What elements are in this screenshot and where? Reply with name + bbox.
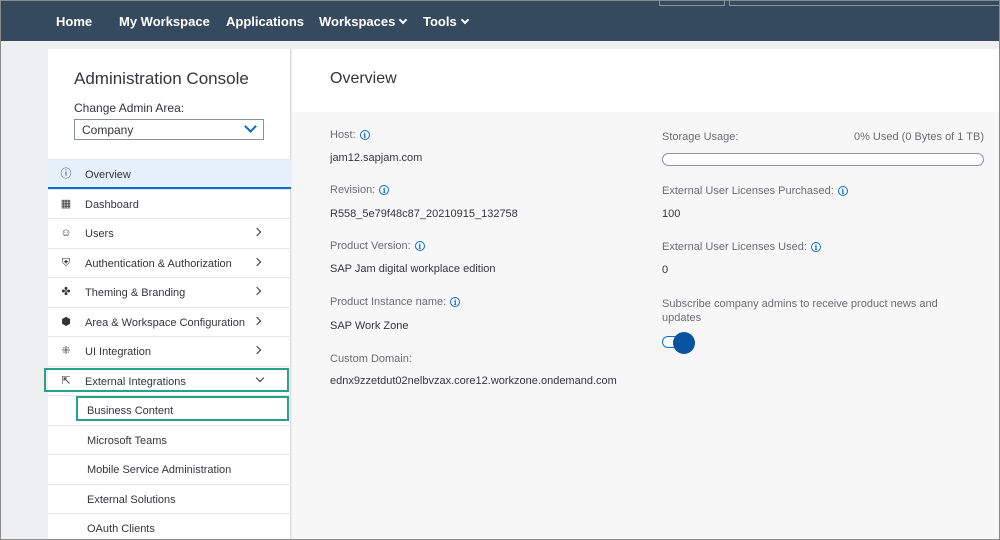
main-content: Overview Host: i jam12.sapjam.com Revisio… — [292, 49, 999, 539]
admin-area-value: Company — [82, 123, 134, 137]
licenses-purchased-value: 100 — [662, 208, 681, 220]
toggle-knob — [673, 332, 695, 354]
admin-sidebar: Administration Console Change Admin Area… — [48, 49, 291, 539]
sidebar-item-label: Dashboard — [85, 198, 139, 211]
integration-icon: ⁜ — [61, 345, 71, 357]
sidebar-subitem-business-content[interactable]: Business Content — [48, 395, 291, 425]
info-icon[interactable]: i — [837, 186, 848, 196]
custom-domain-value: ednx9zzetdut02nelbvzax.core12.workzone.o… — [330, 375, 617, 387]
header-search-box[interactable] — [659, 1, 725, 6]
info-icon[interactable]: i — [450, 297, 461, 307]
user-icon: ☺ — [60, 227, 72, 239]
sidebar-item-label: UI Integration — [85, 346, 152, 358]
licenses-used-label: External User Licenses Used: i — [662, 241, 821, 253]
overview-panel: Host: i jam12.sapjam.com Revision: i R558_… — [292, 112, 999, 539]
nav-my-workspace[interactable]: My Workspace — [119, 14, 210, 29]
host-label: Host: i — [330, 129, 370, 141]
nav-applications[interactable]: Applications — [226, 14, 304, 29]
sidebar-item-users[interactable]: ☺ Users — [48, 218, 291, 248]
sidebar-item-authentication-authorization[interactable]: ⛨ Authentication & Authorization — [48, 247, 291, 278]
chevron-down-icon — [244, 120, 257, 133]
licenses-used-value: 0 — [662, 264, 669, 276]
palette-icon: ✤ — [61, 286, 71, 298]
sidebar-item-label: Users — [85, 228, 114, 240]
info-icon[interactable]: i — [359, 130, 370, 140]
shield-lock-icon: ⛨ — [61, 256, 71, 269]
dashboard-icon: ▦ — [60, 197, 72, 210]
subscribe-toggle[interactable] — [662, 332, 695, 354]
page-title: Overview — [330, 70, 397, 87]
sidebar-subitem-oauth-clients[interactable]: OAuth Clients — [48, 513, 291, 539]
sidebar-item-area-workspace-configuration[interactable]: ⬢ Area & Workspace Configuration — [48, 306, 291, 337]
info-icon[interactable]: i — [810, 242, 821, 252]
top-nav-bar: Home My Workspace Applications Workspace… — [1, 1, 999, 41]
custom-domain-label: Custom Domain: — [330, 353, 412, 365]
sidebar-item-dashboard[interactable]: ▦ Dashboard — [48, 188, 291, 219]
instance-name-value: SAP Work Zone — [330, 320, 409, 332]
sidebar-item-label: Mobile Service Administration — [87, 464, 232, 476]
product-version-label: Product Version: i — [330, 240, 425, 252]
storage-usage-value: 0% Used (0 Bytes of 1 TB) — [853, 131, 984, 143]
sidebar-item-label: Area & Workspace Configuration — [85, 316, 245, 329]
admin-area-label: Change Admin Area: — [74, 101, 185, 115]
sidebar-title: Administration Console — [74, 69, 249, 88]
app-frame: Home My Workspace Applications Workspace… — [0, 0, 1000, 540]
nav-workspaces[interactable]: Workspaces — [319, 14, 408, 29]
nav-tools[interactable]: Tools — [423, 14, 469, 29]
sidebar-subitem-microsoft-teams[interactable]: Microsoft Teams — [48, 424, 291, 455]
admin-area-select[interactable]: Company — [74, 119, 264, 140]
sidebar-subitem-external-solutions[interactable]: External Solutions — [48, 483, 291, 514]
chevron-down-icon — [399, 15, 408, 25]
sidebar-item-theming-branding[interactable]: ✤ Theming & Branding — [48, 277, 291, 307]
sidebar-item-label: Authentication & Authorization — [85, 257, 232, 270]
chevron-right-icon[interactable] — [252, 257, 262, 266]
sidebar-item-ui-integration[interactable]: ⁜ UI Integration — [48, 336, 291, 366]
subscribe-label: Subscribe company admins to receive prod… — [662, 298, 938, 324]
sidebar-subitem-mobile-service-administration[interactable]: Mobile Service Administration — [48, 454, 291, 484]
header-user-box[interactable] — [729, 1, 999, 6]
nav-home[interactable]: Home — [56, 14, 92, 29]
chevron-right-icon[interactable] — [252, 227, 262, 237]
sidebar-item-label: External Solutions — [87, 493, 176, 506]
sidebar-item-label: External Integrations — [85, 375, 186, 388]
chevron-down-icon — [460, 15, 469, 25]
content-header: Overview — [292, 49, 999, 112]
chevron-down-icon[interactable] — [255, 373, 265, 382]
sidebar-item-label: Overview — [85, 169, 131, 181]
cube-icon: ⬢ — [61, 315, 71, 328]
revision-value: R558_5e79f48c87_20210915_132758 — [330, 208, 518, 220]
chevron-right-icon[interactable] — [252, 316, 262, 325]
sidebar-item-label: Theming & Branding — [85, 287, 186, 299]
revision-label: Revision: i — [330, 184, 390, 196]
info-circle-icon: ⓘ — [60, 168, 72, 180]
info-icon[interactable]: i — [414, 241, 425, 251]
chevron-right-icon[interactable] — [252, 286, 262, 296]
product-version-value: SAP Jam digital workplace edition — [330, 263, 496, 275]
info-icon[interactable]: i — [379, 185, 390, 195]
instance-name-label: Product Instance name: i — [330, 296, 461, 308]
sidebar-item-label: Microsoft Teams — [87, 434, 167, 447]
sidebar-item-external-integrations[interactable]: ⇱ External Integrations — [48, 365, 291, 396]
sidebar-item-label: OAuth Clients — [87, 523, 155, 535]
sidebar-item-label: Business Content — [87, 405, 174, 417]
sidebar-item-overview[interactable]: ⓘ Overview — [48, 159, 291, 189]
host-value: jam12.sapjam.com — [330, 152, 423, 164]
chevron-right-icon[interactable] — [252, 345, 262, 355]
licenses-purchased-label: External User Licenses Purchased: i — [662, 185, 848, 197]
external-link-icon: ⇱ — [61, 374, 71, 387]
storage-progress-bar — [662, 153, 984, 166]
sidebar-menu: ⓘ Overview ▦ Dashboard ☺ Users ⛨ Authentication… — [48, 159, 291, 539]
